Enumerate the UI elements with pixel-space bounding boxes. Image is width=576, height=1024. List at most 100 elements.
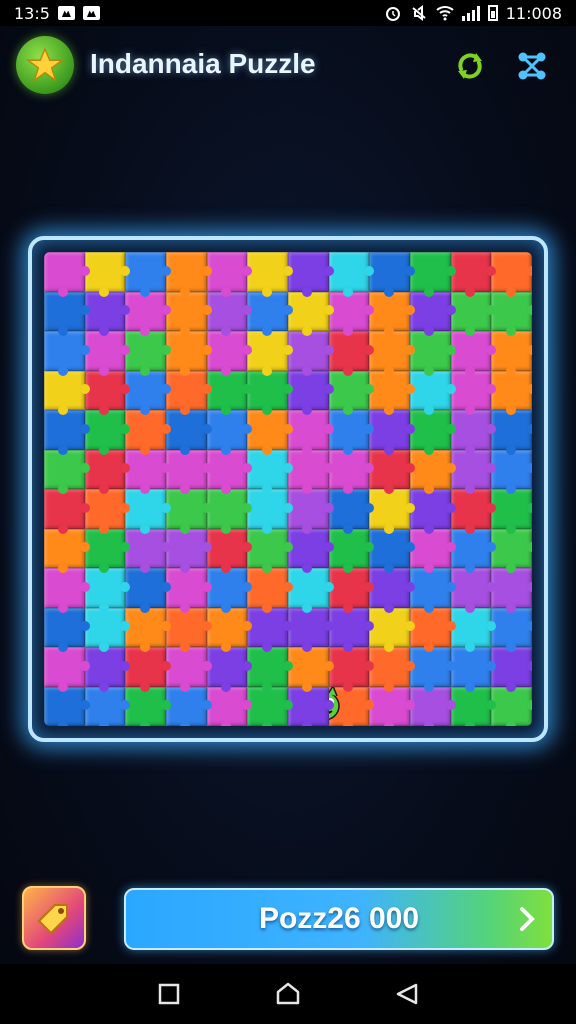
puzzle-piece[interactable] [206,686,252,726]
puzzle-piece[interactable] [166,686,212,726]
puzzle-piece[interactable] [369,291,415,336]
puzzle-piece[interactable] [84,370,130,415]
puzzle-piece[interactable] [410,528,456,573]
puzzle-piece[interactable] [288,528,334,573]
puzzle-piece[interactable] [125,568,171,612]
puzzle-piece[interactable] [125,252,171,296]
puzzle-piece[interactable] [288,331,334,375]
puzzle-piece[interactable] [44,410,90,454]
puzzle-piece[interactable] [247,370,293,415]
puzzle-piece[interactable] [369,489,415,533]
puzzle-piece[interactable] [247,686,293,726]
puzzle-piece[interactable] [410,686,456,726]
puzzle-piece[interactable] [247,331,293,375]
puzzle-piece[interactable] [125,449,171,494]
puzzle-piece[interactable] [44,331,90,375]
puzzle-piece[interactable] [206,410,252,454]
puzzle-piece[interactable] [450,291,496,336]
puzzle-piece[interactable] [410,291,456,336]
puzzle-piece[interactable] [288,291,334,336]
puzzle-piece[interactable] [247,252,293,296]
puzzle-piece[interactable] [369,528,415,573]
puzzle-piece[interactable] [206,647,252,691]
puzzle-piece[interactable] [166,410,212,454]
share-button[interactable] [512,46,552,86]
play-button[interactable]: Pozz26 000 [124,888,554,950]
puzzle-piece[interactable] [491,607,532,652]
puzzle-piece[interactable] [328,291,374,336]
puzzle-piece[interactable] [125,370,171,415]
puzzle-piece[interactable] [410,647,456,691]
puzzle-piece[interactable] [84,607,130,652]
puzzle-piece[interactable] [44,370,90,415]
puzzle-piece[interactable] [84,489,130,533]
puzzle-piece[interactable] [206,331,252,375]
puzzle-piece[interactable] [328,370,374,415]
puzzle-piece[interactable] [491,331,532,375]
puzzle-piece[interactable] [44,607,90,652]
puzzle-piece[interactable] [125,528,171,573]
puzzle-piece[interactable] [410,607,456,652]
puzzle-piece[interactable] [44,568,90,612]
back-button[interactable] [389,976,425,1012]
puzzle-piece[interactable] [44,647,90,691]
puzzle-piece[interactable] [288,410,334,454]
puzzle-piece[interactable] [450,410,496,454]
puzzle-piece[interactable] [491,449,532,494]
puzzle-piece[interactable] [450,449,496,494]
puzzle-piece[interactable] [328,528,374,573]
puzzle-piece[interactable] [288,607,334,652]
puzzle-piece[interactable] [206,291,252,336]
puzzle-piece[interactable] [166,568,212,612]
puzzle-piece[interactable] [369,607,415,652]
puzzle-piece[interactable] [125,291,171,336]
puzzle-piece[interactable] [247,449,293,494]
puzzle-piece[interactable] [288,686,334,726]
puzzle-piece[interactable] [369,370,415,415]
puzzle-piece[interactable] [125,410,171,454]
puzzle-piece[interactable] [410,370,456,415]
puzzle-piece[interactable] [247,410,293,454]
puzzle-piece[interactable] [450,528,496,573]
puzzle-piece[interactable] [84,410,130,454]
puzzle-piece[interactable] [247,528,293,573]
puzzle-piece[interactable] [410,489,456,533]
app-logo[interactable] [16,36,74,94]
puzzle-piece[interactable] [410,331,456,375]
puzzle-piece[interactable] [288,568,334,612]
puzzle-piece[interactable] [328,647,374,691]
puzzle-piece[interactable] [491,489,532,533]
hint-button[interactable] [22,886,86,950]
puzzle-piece[interactable] [166,252,212,296]
puzzle-piece[interactable] [84,647,130,691]
puzzle-piece[interactable] [84,291,130,336]
puzzle-piece[interactable] [288,370,334,415]
puzzle-piece[interactable] [84,331,130,375]
puzzle-piece[interactable] [369,252,415,296]
puzzle-piece[interactable] [206,489,252,533]
puzzle-piece[interactable] [166,370,212,415]
puzzle-piece[interactable] [450,607,496,652]
puzzle-piece[interactable] [491,252,532,296]
puzzle-piece[interactable] [166,449,212,494]
puzzle-piece[interactable] [288,489,334,533]
puzzle-piece[interactable] [125,686,171,726]
puzzle-piece[interactable] [450,331,496,375]
puzzle-piece[interactable] [166,291,212,336]
puzzle-piece[interactable] [84,528,130,573]
puzzle-piece[interactable] [328,331,374,375]
puzzle-piece[interactable] [450,252,496,296]
puzzle-piece[interactable] [369,686,415,726]
puzzle-piece[interactable] [328,568,374,612]
puzzle-piece[interactable] [247,607,293,652]
puzzle-piece[interactable] [491,647,532,691]
puzzle-piece[interactable] [247,489,293,533]
puzzle-piece[interactable] [206,607,252,652]
puzzle-piece[interactable] [288,252,334,296]
puzzle-piece[interactable] [450,568,496,612]
puzzle-piece[interactable] [44,291,90,336]
puzzle-piece[interactable] [166,489,212,533]
puzzle-piece[interactable] [247,568,293,612]
puzzle-piece[interactable] [166,607,212,652]
puzzle-piece[interactable] [450,489,496,533]
